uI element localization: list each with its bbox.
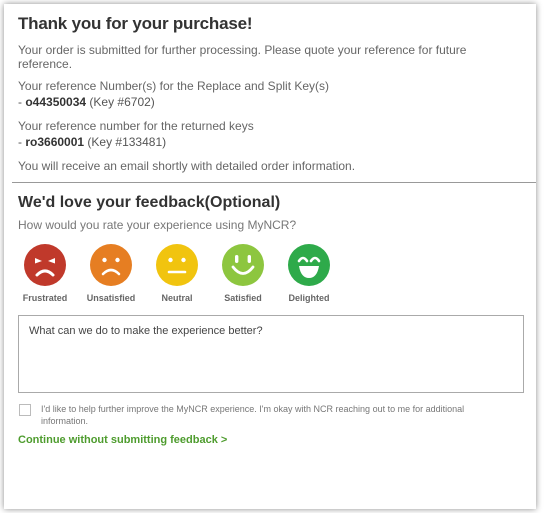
rating-unsatisfied[interactable]: Unsatisfied: [78, 244, 144, 303]
returned-keys-label: Your reference number for the returned k…: [18, 119, 254, 133]
rating-label: Frustrated: [22, 293, 68, 303]
consent-checkbox[interactable]: [19, 404, 31, 416]
rating-options: Frustrated Unsatisfied Neutral Satisfied…: [12, 244, 522, 303]
rating-satisfied[interactable]: Satisfied: [210, 244, 276, 303]
purchase-confirmation-panel: Thank you for your purchase! Your order …: [4, 4, 536, 509]
neutral-face-icon[interactable]: [156, 244, 198, 286]
delighted-face-icon[interactable]: [288, 244, 330, 286]
replace-split-ref-number: o44350034: [25, 95, 87, 109]
page-title: Thank you for your purchase!: [18, 14, 253, 33]
rating-frustrated[interactable]: Frustrated: [12, 244, 78, 303]
feedback-comment-input[interactable]: [18, 315, 524, 393]
submitted-message: Your order is submitted for further proc…: [18, 43, 467, 71]
consent-row: I'd like to help further improve the MyN…: [18, 403, 522, 427]
rating-label: Satisfied: [224, 293, 262, 303]
continue-without-feedback-link[interactable]: Continue without submitting feedback >: [18, 434, 227, 446]
replace-split-label: Your reference Number(s) for the Replace…: [18, 79, 330, 93]
email-message: You will receive an email shortly with d…: [18, 159, 356, 173]
rating-delighted[interactable]: Delighted: [276, 244, 342, 303]
replace-split-key: (Key #6702): [89, 95, 155, 109]
rating-label: Delighted: [288, 293, 330, 303]
satisfied-face-icon[interactable]: [222, 244, 264, 286]
rating-label: Neutral: [161, 293, 193, 303]
feedback-title: We'd love your feedback(Optional): [18, 194, 281, 211]
rating-label: Unsatisfied: [86, 293, 136, 303]
replace-split-reference: - o44350034 (Key #6702): [18, 95, 155, 109]
returned-key: (Key #133481): [87, 135, 167, 149]
returned-ref-number: ro3660001: [25, 135, 85, 149]
consent-text: I'd like to help further improve the MyN…: [41, 404, 465, 426]
feedback-question: How would you rate your experience using…: [18, 218, 297, 232]
unsatisfied-face-icon[interactable]: [90, 244, 132, 286]
rating-neutral[interactable]: Neutral: [144, 244, 210, 303]
frustrated-face-icon[interactable]: [24, 244, 66, 286]
section-divider: [12, 182, 536, 183]
returned-keys-reference: - ro3660001 (Key #133481): [18, 135, 167, 149]
